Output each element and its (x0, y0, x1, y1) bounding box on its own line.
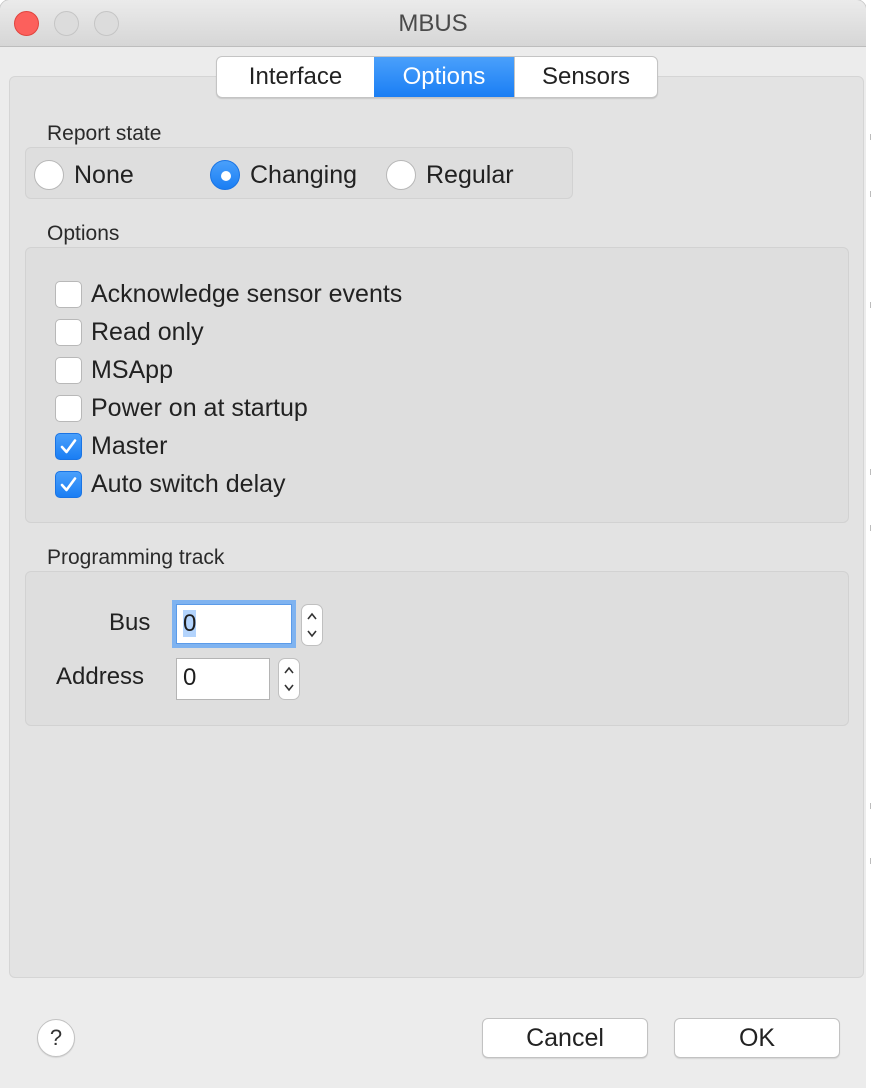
checkbox[interactable] (55, 319, 82, 346)
checkbox-checked[interactable] (55, 433, 82, 460)
checkbox-label: Read only (91, 318, 204, 346)
address-label: Address (56, 663, 145, 690)
bus-value: 0 (183, 610, 197, 637)
checkbox-label: MSApp (91, 356, 173, 384)
radio-button[interactable] (386, 160, 416, 190)
background-mark (870, 302, 871, 308)
report-state-label: Report state (47, 122, 162, 145)
background-mark (870, 803, 871, 809)
cancel-button[interactable]: Cancel (482, 1018, 648, 1058)
checkbox-label: Auto switch delay (91, 470, 286, 498)
window-title: MBUS (398, 10, 468, 37)
radio-label: Changing (250, 160, 358, 189)
tab-options[interactable]: Options (374, 57, 514, 97)
tab-panel (9, 76, 864, 978)
dialog-window: MBUS Interface Options Sensors Report st… (0, 0, 866, 1088)
background-mark (870, 858, 871, 864)
background-mark (870, 191, 871, 197)
address-value: 0 (183, 664, 197, 691)
ok-button[interactable]: OK (674, 1018, 840, 1058)
checkbox-power-on-at-startup[interactable]: Power on at startup (55, 394, 308, 423)
checkbox-read-only[interactable]: Read only (55, 318, 204, 347)
tab-interface[interactable]: Interface (217, 57, 374, 97)
checkbox-label: Master (91, 432, 168, 460)
radio-label: None (74, 160, 134, 189)
radio-label: Regular (426, 160, 514, 189)
help-button[interactable]: ? (37, 1019, 75, 1057)
radio-button-selected[interactable] (210, 160, 240, 190)
checkmark-icon (60, 439, 77, 454)
stepper-arrows-icon (284, 666, 294, 692)
radio-changing[interactable]: Changing (210, 160, 357, 190)
checkbox-auto-switch-delay[interactable]: Auto switch delay (55, 470, 286, 499)
address-input[interactable]: 0 (176, 658, 270, 700)
bus-label: Bus (109, 609, 151, 636)
radio-regular[interactable]: Regular (386, 160, 514, 190)
checkbox-label: Acknowledge sensor events (91, 280, 403, 308)
bus-stepper[interactable] (301, 604, 323, 646)
options-label: Options (47, 222, 120, 245)
radio-button[interactable] (34, 160, 64, 190)
title-bar: MBUS (0, 0, 866, 47)
checkbox[interactable] (55, 395, 82, 422)
checkmark-icon (60, 477, 77, 492)
background-mark (870, 525, 871, 531)
checkbox-master[interactable]: Master (55, 432, 167, 461)
programming-track-group (25, 571, 849, 726)
checkbox[interactable] (55, 281, 82, 308)
radio-none[interactable]: None (34, 160, 134, 190)
tab-bar: Interface Options Sensors (216, 56, 658, 98)
checkbox-label: Power on at startup (91, 394, 308, 422)
bus-input[interactable]: 0 (172, 600, 296, 648)
stepper-arrows-icon (307, 612, 317, 638)
background-mark (870, 134, 871, 140)
checkbox-acknowledge-sensor-events[interactable]: Acknowledge sensor events (55, 280, 402, 309)
window-edge-background (866, 0, 877, 1088)
programming-track-label: Programming track (47, 546, 225, 569)
checkbox[interactable] (55, 357, 82, 384)
address-stepper[interactable] (278, 658, 300, 700)
checkbox-checked[interactable] (55, 471, 82, 498)
background-mark (870, 469, 871, 475)
tab-sensors[interactable]: Sensors (514, 57, 657, 97)
checkbox-msapp[interactable]: MSApp (55, 356, 173, 385)
